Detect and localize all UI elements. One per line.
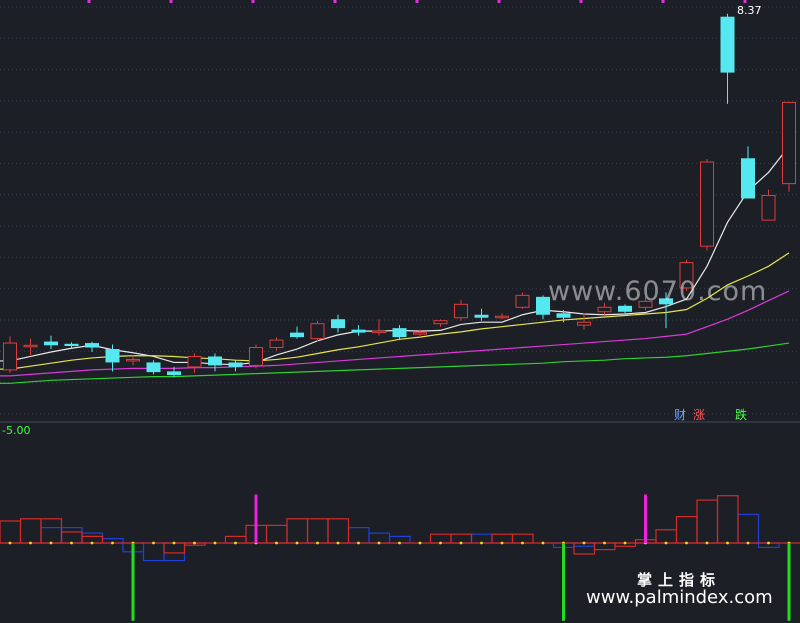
- candle-body: [454, 303, 468, 319]
- candle-body: [64, 343, 79, 347]
- watermark-url: www.palmindex.com: [586, 587, 773, 608]
- top-marker: [251, 0, 255, 3]
- top-marker: [87, 0, 91, 3]
- chart-background: [0, 0, 800, 623]
- candle-body: [597, 306, 612, 313]
- zero-marker: [480, 541, 483, 545]
- zero-marker: [357, 541, 360, 545]
- zero-marker: [541, 541, 545, 545]
- top-marker: [661, 0, 665, 3]
- zero-marker: [90, 541, 94, 545]
- candle-body: [85, 343, 99, 348]
- zero-marker: [500, 541, 504, 545]
- candle-body: [782, 101, 796, 185]
- zero-marker: [521, 541, 524, 545]
- candle-body: [515, 294, 530, 308]
- candle-body: [23, 344, 38, 348]
- candle-body: [495, 315, 509, 319]
- candle-body: [249, 347, 263, 366]
- top-marker: [743, 0, 747, 3]
- candle-body: [741, 158, 755, 199]
- zero-marker: [664, 541, 668, 545]
- candle-body: [577, 321, 591, 326]
- zero-marker: [29, 541, 32, 545]
- top-marker: [169, 0, 173, 3]
- zero-marker: [418, 541, 422, 545]
- die-button[interactable]: 跌: [735, 406, 747, 423]
- zero-marker: [152, 541, 155, 545]
- zero-marker: [705, 541, 709, 545]
- candle-body: [208, 356, 222, 366]
- candle-body: [372, 330, 386, 334]
- max-price-label: 8.37: [737, 4, 762, 17]
- zero-marker: [49, 541, 53, 545]
- zero-marker: [234, 541, 237, 545]
- candle-body: [3, 342, 17, 371]
- candle-body: [310, 323, 325, 340]
- top-marker: [333, 0, 337, 3]
- candle-body: [413, 332, 427, 335]
- zero-marker: [70, 541, 73, 545]
- zero-marker: [439, 541, 442, 545]
- candle-body: [167, 371, 181, 376]
- candle-body: [556, 313, 571, 318]
- chart-canvas: [0, 0, 800, 623]
- zero-marker: [213, 541, 217, 545]
- candle-body: [700, 161, 714, 247]
- indicator-value-label: -5.00: [2, 424, 31, 437]
- zero-marker: [459, 541, 463, 545]
- zero-marker: [8, 541, 12, 545]
- zero-marker: [172, 541, 176, 545]
- candle-body: [351, 329, 366, 333]
- top-marker: [415, 0, 419, 3]
- zero-marker: [685, 541, 688, 545]
- candle-body: [126, 358, 140, 362]
- zero-marker: [726, 541, 729, 545]
- top-marker: [579, 0, 583, 3]
- candle-body: [228, 362, 243, 367]
- candle-body: [187, 355, 202, 368]
- candle-body: [761, 195, 776, 221]
- candle-body: [392, 328, 407, 338]
- cai-button[interactable]: 财: [674, 406, 686, 423]
- candle-body: [269, 339, 284, 349]
- zero-marker: [398, 541, 401, 545]
- zero-marker: [603, 541, 606, 545]
- candle-body: [146, 362, 161, 373]
- candle-body: [44, 341, 58, 346]
- candle-body: [433, 320, 448, 325]
- candle-body: [474, 314, 489, 318]
- zero-marker: [767, 541, 770, 545]
- candle-body: [290, 332, 304, 338]
- zero-marker: [623, 541, 627, 545]
- candle-body: [331, 319, 345, 329]
- zero-marker: [316, 541, 319, 545]
- zero-marker: [295, 541, 299, 545]
- zhang-button[interactable]: 涨: [693, 406, 705, 423]
- zero-marker: [582, 541, 586, 545]
- zero-marker: [111, 541, 114, 545]
- zero-marker: [377, 541, 381, 545]
- candle-body: [105, 349, 120, 363]
- zero-marker: [275, 541, 278, 545]
- watermark-6070: www.6070.com: [548, 276, 768, 307]
- candle-body: [720, 16, 735, 73]
- zero-marker: [193, 541, 196, 545]
- zero-marker: [746, 541, 750, 545]
- top-marker: [497, 0, 501, 3]
- zero-marker: [336, 541, 340, 545]
